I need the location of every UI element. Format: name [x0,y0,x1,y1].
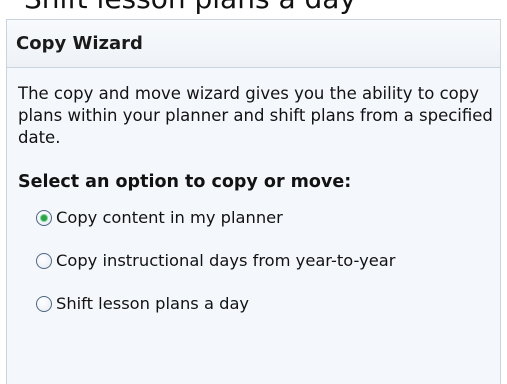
option-copy-content-label: Copy content in my planner [56,207,283,227]
selected-radio-icon[interactable] [36,209,52,226]
radio-selected-dot-icon [41,214,47,221]
option-shift-lesson-plans[interactable]: Shift lesson plans a day [36,292,489,315]
top-cut-label: Shift lesson plans a day [24,0,356,19]
radio-icon[interactable] [36,252,52,269]
wizard-title: Copy Wizard [16,33,143,54]
option-copy-instructional-days[interactable]: Copy instructional days from year-to-yea… [36,249,489,272]
option-copy-content[interactable]: Copy content in my planner [36,206,489,229]
option-copy-instructional-days-label: Copy instructional days from year-to-yea… [56,250,396,270]
copy-wizard-screen: Shift lesson plans a day Copy Wizard The… [0,0,507,384]
option-heading: Select an option to copy or move: [18,172,352,192]
wizard-description: The copy and move wizard gives you the a… [18,84,493,147]
radio-icon[interactable] [36,295,52,312]
wizard-body: The copy and move wizard gives you the a… [7,68,500,315]
copy-wizard-panel: Copy Wizard The copy and move wizard giv… [6,19,501,384]
option-shift-lesson-plans-label: Shift lesson plans a day [56,293,250,313]
copy-option-list: Copy content in my planner Copy instruct… [18,206,489,315]
wizard-header: Copy Wizard [7,20,500,68]
